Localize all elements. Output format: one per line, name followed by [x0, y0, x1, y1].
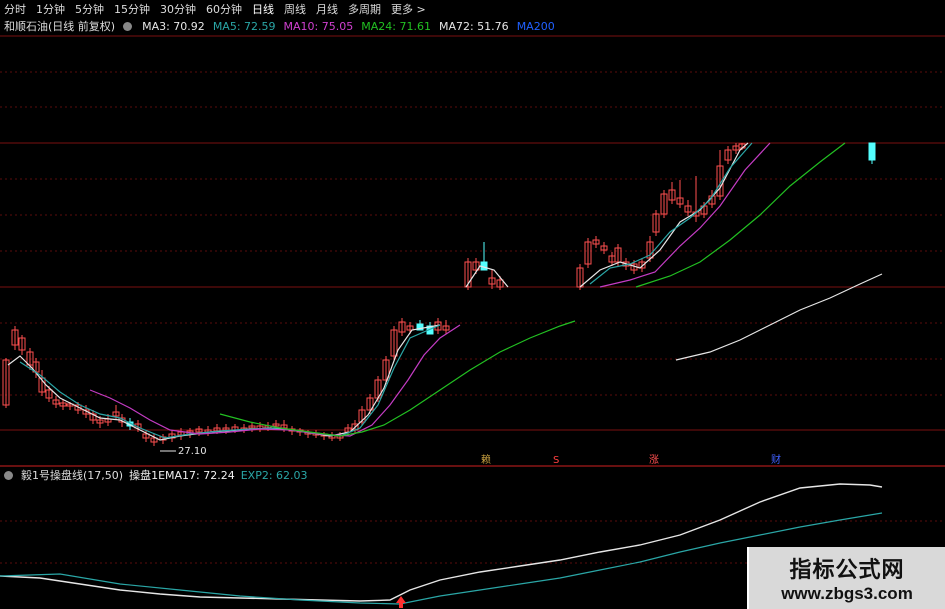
- event-marker-label: 涨: [649, 454, 659, 466]
- watermark-url: www.zbgs3.com: [781, 584, 913, 603]
- ma5-line: [19, 324, 441, 439]
- ma5-line-right: [589, 142, 753, 285]
- indicator-line2-label: EXP2: 62.03: [240, 468, 308, 482]
- indicator-line1-label: 操盘1EMA17: 72.24: [129, 469, 235, 482]
- indicator-info-bar: 毅1号操盘线(17,50) 操盘1EMA17: 72.24 EXP2: 62.0…: [0, 468, 308, 482]
- candle-body: [868, 142, 876, 161]
- kline-chart[interactable]: 赖 S 涨 财 27.10: [0, 0, 945, 609]
- watermark-title: 指标公式网: [789, 558, 905, 583]
- watermark-logo: 指标公式网 www.zbgs3.com: [747, 547, 945, 609]
- low-price-label: 27.10: [178, 446, 207, 457]
- candlestick-series: [2, 142, 876, 446]
- event-marker-label: 赖: [481, 454, 491, 466]
- buy-signal-arrow-icon: [396, 596, 406, 608]
- event-markers: 赖S涨财: [481, 453, 781, 466]
- price-grid: [0, 35, 945, 564]
- event-marker-label: 财: [771, 453, 781, 466]
- event-marker-label: S: [553, 455, 559, 466]
- indicator-title: 毅1号操盘线(17,50): [21, 469, 124, 482]
- indicator-settings-dot-icon[interactable]: [4, 470, 13, 480]
